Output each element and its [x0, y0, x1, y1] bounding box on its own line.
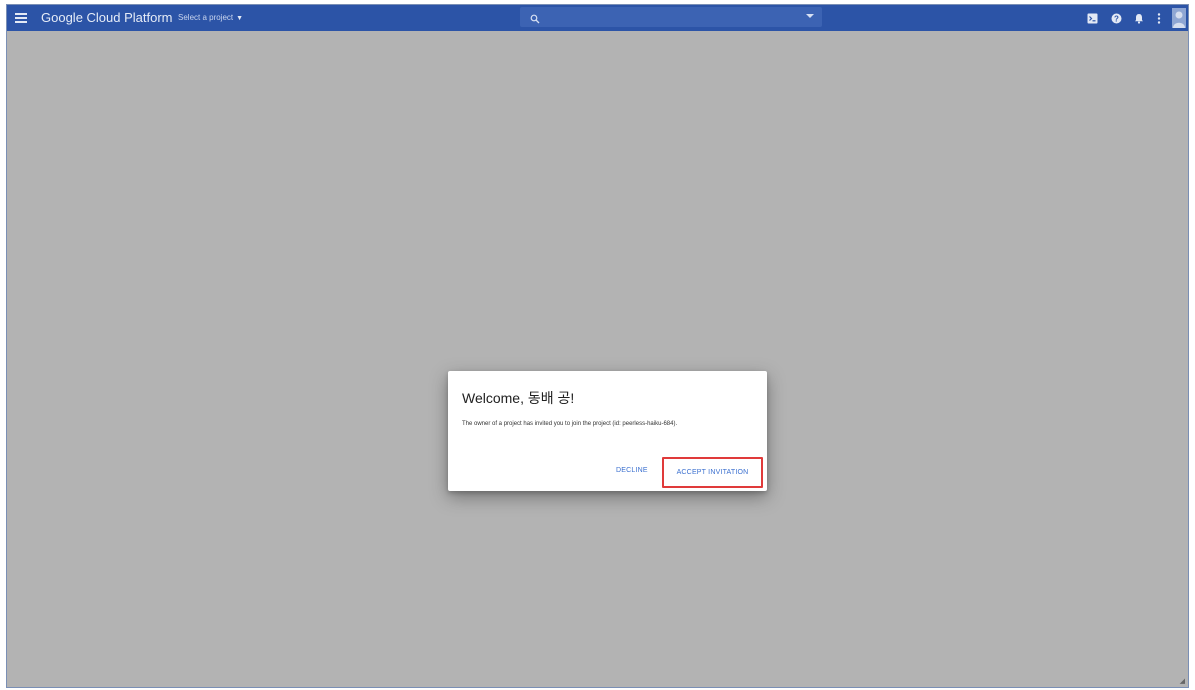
- avatar[interactable]: [1172, 8, 1186, 33]
- project-selector-label: Select a project: [178, 13, 234, 22]
- cloud-shell-icon[interactable]: [1087, 11, 1098, 29]
- decline-button[interactable]: DECLINE: [616, 467, 648, 474]
- search-input[interactable]: [546, 10, 800, 26]
- modal-backdrop[interactable]: [7, 31, 1188, 687]
- dialog-message: The owner of a project has invited you t…: [462, 421, 678, 427]
- app-title[interactable]: Google Cloud Platform: [41, 10, 173, 25]
- chevron-down-icon: ▼: [236, 15, 244, 22]
- help-icon[interactable]: ?: [1111, 11, 1122, 29]
- search-icon: [530, 11, 540, 29]
- more-vert-icon[interactable]: [1157, 11, 1161, 29]
- menu-icon[interactable]: [15, 13, 27, 23]
- dialog-title: Welcome, 동배 공!: [462, 390, 575, 406]
- search-bar[interactable]: [520, 7, 822, 27]
- resize-handle-icon[interactable]: ◢: [1180, 677, 1185, 685]
- svg-text:?: ?: [1114, 14, 1119, 23]
- accept-invitation-button[interactable]: ACCEPT INVITATION: [662, 457, 763, 488]
- browser-frame: Google Cloud Platform Select a project ▼ …: [6, 4, 1189, 688]
- top-app-bar: Google Cloud Platform Select a project ▼ …: [7, 5, 1188, 31]
- project-selector[interactable]: Select a project ▼: [178, 13, 243, 22]
- search-dropdown-icon[interactable]: [806, 14, 814, 18]
- welcome-dialog: Welcome, 동배 공! The owner of a project ha…: [448, 371, 767, 491]
- notifications-icon[interactable]: [1134, 11, 1144, 29]
